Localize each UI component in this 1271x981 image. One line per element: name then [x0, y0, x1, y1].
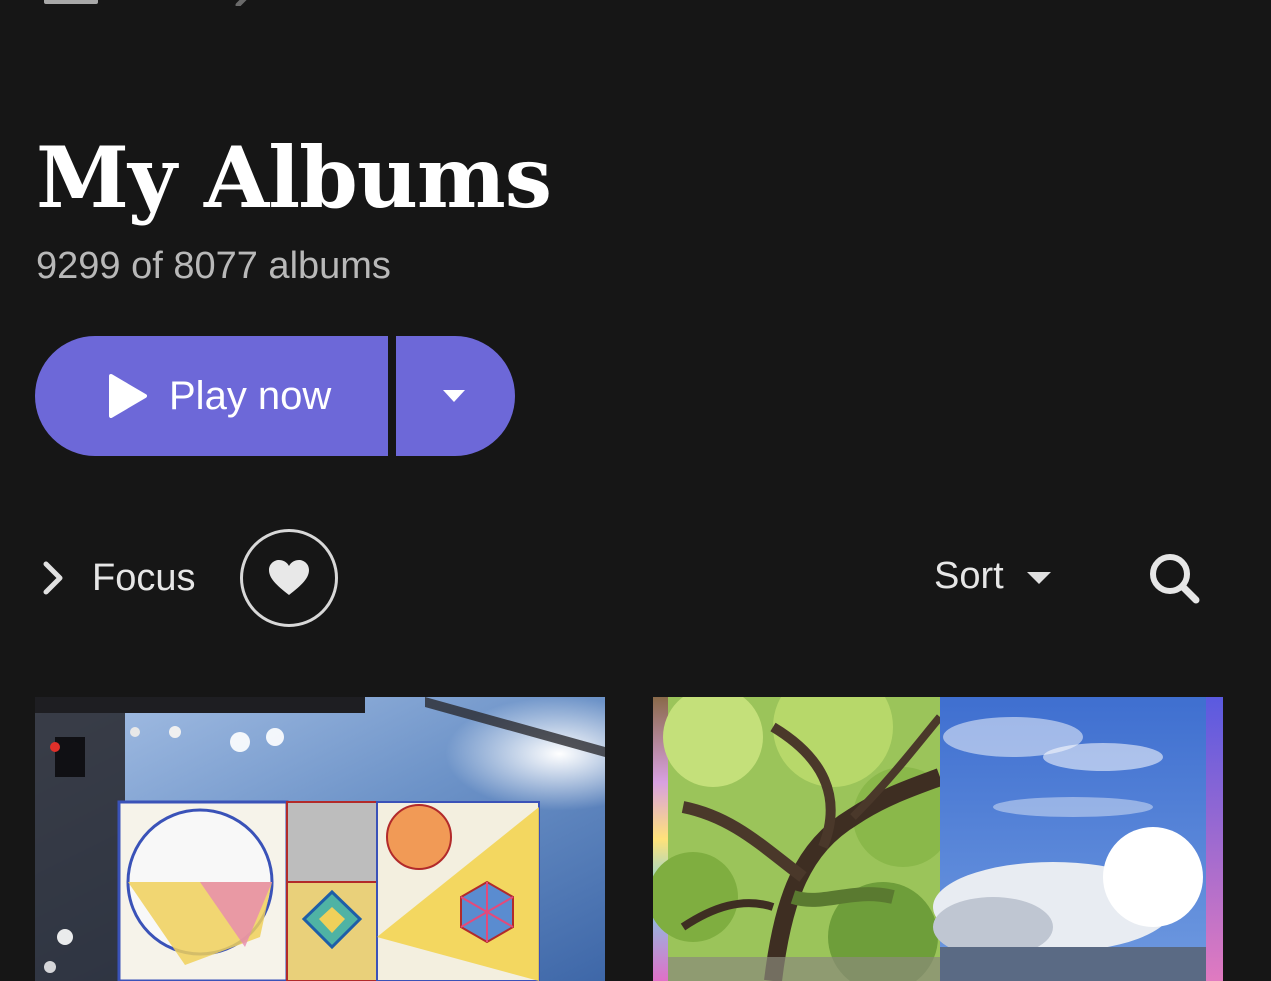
favorites-filter-button[interactable] [240, 529, 338, 627]
album-count: 9299 of 8077 albums [36, 245, 391, 287]
search-icon [1150, 554, 1200, 604]
search-button[interactable] [1146, 550, 1202, 606]
focus-toggle[interactable]: Focus [38, 548, 195, 608]
caret-down-icon [442, 390, 465, 402]
album-artwork [35, 697, 605, 981]
play-button-group: Play now [35, 336, 515, 456]
play-now-label: Play now [169, 373, 332, 418]
search-icon[interactable] [1178, 0, 1204, 6]
play-icon [109, 374, 147, 418]
back-arrow-icon[interactable] [232, 0, 252, 6]
chevron-right-icon [43, 561, 63, 595]
caret-down-icon [1026, 572, 1051, 584]
heart-icon [269, 560, 309, 595]
play-now-button[interactable]: Play now [35, 336, 388, 456]
album-artwork [653, 697, 1223, 981]
focus-label: Focus [92, 556, 196, 599]
menu-icon[interactable] [44, 0, 98, 4]
album-card[interactable] [653, 697, 1223, 981]
page-title: My Albums [36, 128, 552, 227]
sort-label: Sort [934, 554, 1004, 597]
sort-button[interactable]: Sort [934, 548, 1052, 604]
play-options-dropdown-button[interactable] [396, 336, 515, 456]
album-card[interactable] [35, 697, 605, 981]
